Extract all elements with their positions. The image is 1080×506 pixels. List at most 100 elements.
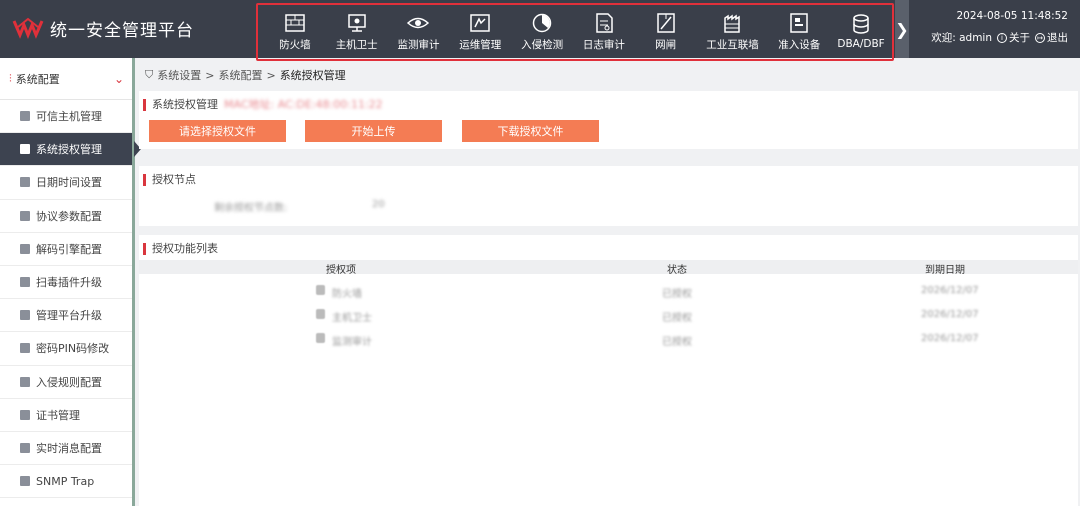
sidebar-item-decoder[interactable]: 解码引擎配置: [0, 233, 132, 266]
document-icon: [20, 210, 30, 221]
sidebar-item-label: 解码引擎配置: [36, 242, 102, 256]
nav-label: 日志审计: [582, 38, 625, 51]
database-icon: [853, 14, 869, 34]
nav-item-firewall[interactable]: 防火墙: [264, 8, 326, 56]
sidebar-item-label: 扫毒插件升级: [36, 276, 102, 290]
ops-icon: [470, 13, 491, 32]
briefcase-icon: [20, 144, 30, 155]
about-link[interactable]: i 关于: [997, 30, 1030, 45]
industrial-icon: [724, 14, 741, 33]
sidebar-group-label: 系统配置: [15, 72, 60, 86]
sidebar-item-trusted-host[interactable]: 可信主机管理: [0, 100, 132, 134]
sidebar-item-label: 系统授权管理: [36, 143, 102, 157]
cell-expiry: 2026/12/07: [921, 285, 979, 296]
sidebar-item-snmp-trap[interactable]: SNMP Trap: [0, 465, 132, 499]
nav-label: 主机卫士: [335, 38, 378, 51]
sidebar-item-pin[interactable]: 密码PIN码修改: [0, 332, 132, 366]
table-row: 主机卫士 已授权 2026/12/07: [139, 303, 1078, 327]
logout-label: 退出: [1047, 32, 1068, 44]
nav-item-dba-dbf[interactable]: DBA/DBF: [830, 8, 892, 56]
node-label: 剩余授权节点数:: [214, 203, 288, 214]
download-license-button[interactable]: 下载授权文件: [462, 120, 599, 142]
sidebar-item-platform-upgrade[interactable]: 管理平台升级: [0, 299, 132, 333]
host-icon: [20, 111, 30, 122]
cell-expiry: 2026/12/07: [921, 309, 979, 320]
sidebar-item-label: 可信主机管理: [36, 110, 102, 124]
nav-next-button[interactable]: ❯: [895, 0, 909, 58]
node-value: 20: [372, 199, 385, 210]
nav-item-host-guard[interactable]: 主机卫士: [326, 8, 388, 56]
virus-icon: [20, 277, 30, 288]
sidebar-group-system-config[interactable]: ⫶ 系统配置 ⌄: [0, 58, 132, 100]
cell-feature: 主机卫士: [332, 313, 372, 324]
breadcrumb: ⛉ 系统设置 > 系统配置 > 系统授权管理: [145, 67, 346, 83]
table-row: 防火墙 已授权 2026/12/07: [139, 279, 1078, 303]
sidebar-item-label: 密码PIN码修改: [36, 342, 110, 356]
module-nav: 防火墙 主机卫士 监测审计 运维管理 入侵检测 日志审计 网闸 工业互联墙 准入…: [256, 3, 894, 61]
feature-list-panel: 授权功能列表 授权项 状态 到期日期 防火墙 已授权 2026/12/07 主机…: [139, 235, 1078, 506]
nav-item-ops[interactable]: 运维管理: [449, 8, 511, 56]
select-license-file-button[interactable]: 请选择授权文件: [149, 120, 286, 142]
sidebar: ⫶ 系统配置 ⌄ 可信主机管理 系统授权管理 日期时间设置 协议参数配置 解码引…: [0, 58, 141, 506]
upgrade-icon: [20, 310, 30, 321]
logout-icon: ↦: [1035, 32, 1045, 43]
license-node-panel: 授权节点 剩余授权节点数: 20: [139, 166, 1078, 226]
gateway-icon: [656, 12, 675, 33]
lock-icon: [20, 343, 30, 354]
sidebar-item-certificates[interactable]: 证书管理: [0, 399, 132, 432]
sidebar-item-license[interactable]: 系统授权管理: [0, 133, 141, 167]
chevron-down-icon: ⌄: [113, 72, 124, 86]
column-header: 到期日期: [925, 265, 965, 276]
panel-title: 授权功能列表: [143, 243, 218, 255]
top-bar: 统一安全管理平台 防火墙 主机卫士 监测审计 运维管理 入侵检测 日志审计 网闸…: [0, 0, 1080, 61]
access-icon: [790, 12, 808, 33]
sidebar-item-label: 日期时间设置: [36, 176, 102, 190]
cell-feature: 监测审计: [332, 337, 372, 348]
gear-icon: [20, 243, 30, 254]
app-title: 统一安全管理平台: [50, 20, 194, 41]
nav-item-monitor-audit[interactable]: 监测审计: [388, 8, 450, 56]
intrusion-icon: [532, 13, 552, 32]
table-row: 监测审计 已授权 2026/12/07: [139, 327, 1078, 351]
sidebar-item-protocol[interactable]: 协议参数配置: [0, 200, 132, 233]
info-icon: i: [997, 32, 1007, 43]
sidebar-item-intrusion-rules[interactable]: 入侵规则配置: [0, 366, 132, 399]
sidebar-item-label: 入侵规则配置: [36, 375, 102, 389]
nav-label: 运维管理: [459, 38, 502, 51]
sidebar-item-label: 协议参数配置: [36, 209, 102, 223]
nav-label: 监测审计: [397, 38, 440, 51]
breadcrumb-item[interactable]: 系统设置: [157, 67, 201, 83]
sidebar-item-datetime[interactable]: 日期时间设置: [0, 166, 132, 200]
start-upload-button[interactable]: 开始上传: [305, 120, 442, 142]
eye-icon: [316, 333, 325, 343]
breadcrumb-item[interactable]: 系统配置: [218, 67, 262, 83]
table-header: 授权项 状态 到期日期: [139, 260, 1078, 276]
about-label: 关于: [1009, 32, 1030, 44]
logo-icon: [12, 17, 44, 39]
panel-title-text: 系统授权管理: [152, 98, 218, 111]
panel-title: 授权节点: [143, 174, 196, 186]
nav-label: 入侵检测: [521, 38, 564, 51]
cell-status: 已授权: [662, 313, 692, 324]
nav-item-access[interactable]: 准入设备: [768, 8, 830, 56]
license-note: MAC地址: AC:DE:48:00:11:22: [224, 98, 383, 111]
host-guard-icon: [347, 13, 366, 32]
export-icon: [20, 476, 30, 487]
nav-item-log-audit[interactable]: 日志审计: [573, 8, 635, 56]
license-panel: 系统授权管理 MAC地址: AC:DE:48:00:11:22 请选择授权文件 开…: [139, 91, 1078, 149]
nav-item-industrial[interactable]: 工业互联墙: [697, 8, 769, 56]
breadcrumb-current: 系统授权管理: [279, 69, 346, 82]
sidebar-item-realtime-message[interactable]: 实时消息配置: [0, 432, 132, 466]
sidebar-item-antivirus[interactable]: 扫毒插件升级: [0, 266, 132, 300]
cell-feature: 防火墙: [332, 289, 362, 300]
sidebar-item-label: 实时消息配置: [36, 441, 102, 455]
sidebar-item-label: 证书管理: [36, 408, 80, 422]
nav-item-gateway[interactable]: 网闸: [635, 8, 697, 56]
logout-link[interactable]: ↦ 退出: [1035, 30, 1068, 45]
log-icon: [596, 12, 613, 33]
nav-item-intrusion[interactable]: 入侵检测: [511, 8, 573, 56]
nav-label: 工业互联墙: [706, 38, 759, 51]
nav-label: DBA/DBF: [837, 38, 885, 50]
cell-status: 已授权: [662, 337, 692, 348]
firewall-icon: [285, 13, 305, 32]
